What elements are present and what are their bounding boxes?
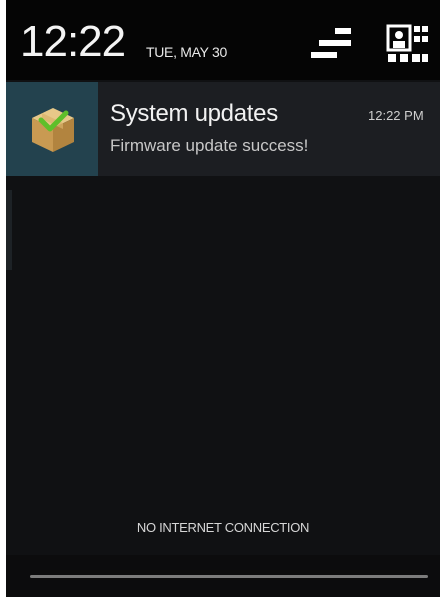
user-profile-button[interactable] <box>386 24 430 64</box>
quick-settings-button[interactable] <box>311 26 353 62</box>
notification-time: 12:22 PM <box>368 108 424 123</box>
notification-icon-container <box>6 82 98 176</box>
notification-system-updates[interactable]: System updates 12:22 PM Firmware update … <box>6 82 440 176</box>
network-status-text: NO INTERNET CONNECTION <box>136 520 310 535</box>
clock-date: TUE, MAY 30 <box>146 44 227 60</box>
quick-settings-icon <box>311 28 351 58</box>
shade-drag-handle[interactable] <box>30 575 428 578</box>
edge-shadow <box>6 190 12 270</box>
notification-shade: 12:22 TUE, MAY 30 System updates 12:22 P… <box>6 0 440 597</box>
shade-header: 12:22 TUE, MAY 30 <box>6 0 440 80</box>
clock-time: 12:22 <box>20 17 126 66</box>
notification-text: Firmware update success! <box>110 136 309 155</box>
user-profile-icon <box>386 24 428 62</box>
package-update-icon <box>32 108 74 152</box>
notification-title: System updates <box>110 100 278 127</box>
